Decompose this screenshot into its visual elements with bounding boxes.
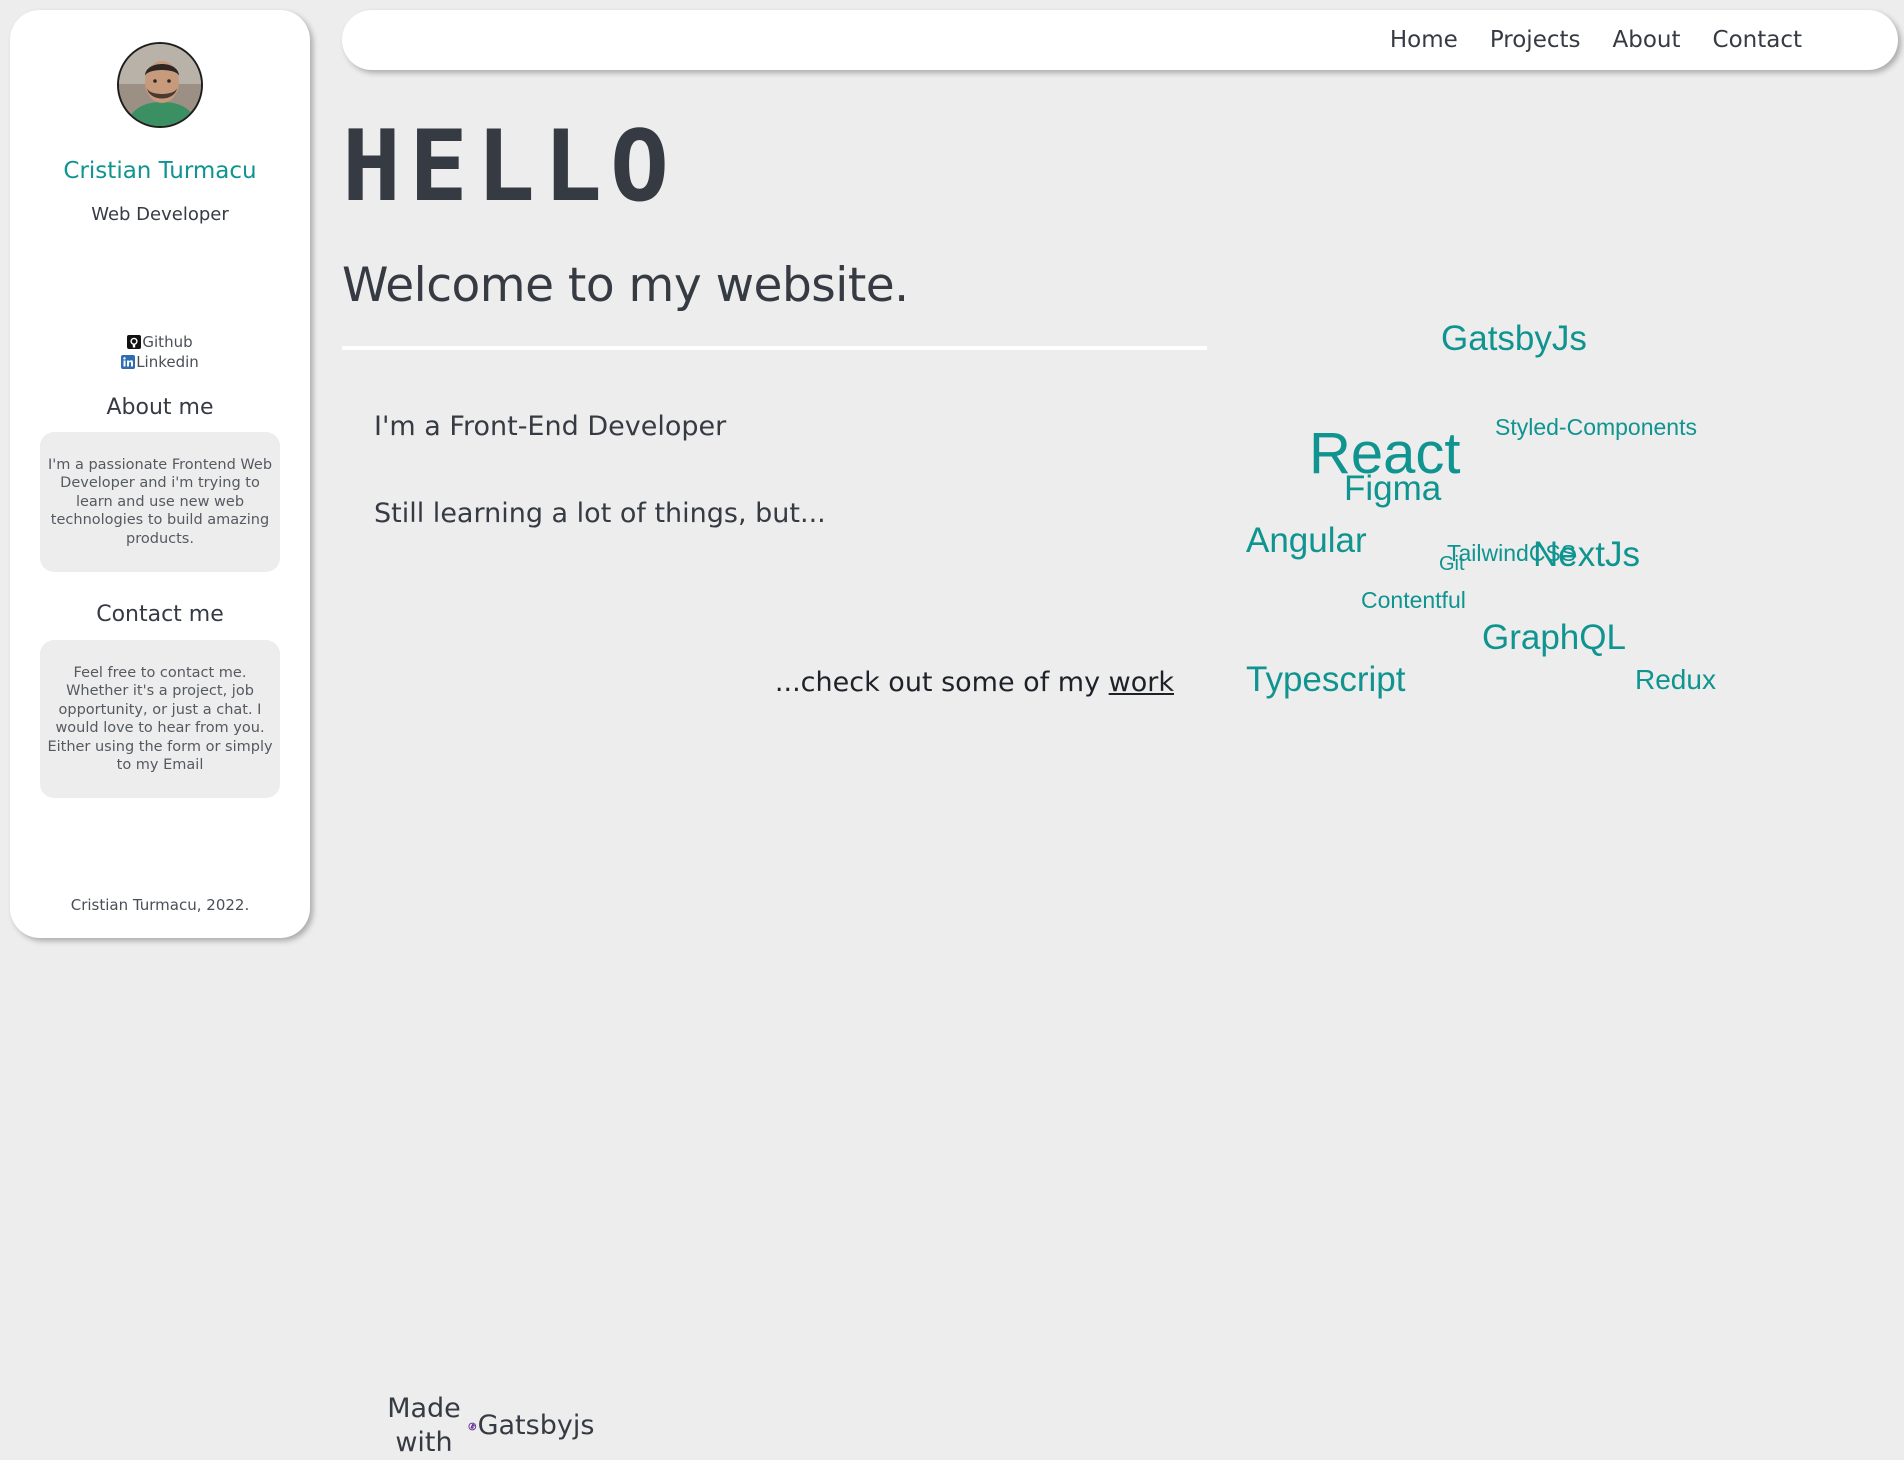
github-link[interactable]: Github	[10, 332, 310, 352]
profile-name: Cristian Turmacu	[63, 158, 257, 184]
sidebar-footer: Cristian Turmacu, 2022. Made with Gatsby…	[10, 895, 595, 1458]
contact-title: Contact me	[96, 602, 224, 627]
checkout-work: ...check out some of my work	[775, 666, 1174, 700]
skill-angular: Angular	[1246, 521, 1367, 560]
checkout-prefix: ...check out some of my	[774, 667, 1109, 698]
about-title: About me	[106, 395, 214, 420]
footer-framework[interactable]: Gatsbyjs	[478, 1409, 595, 1443]
github-icon	[127, 335, 142, 349]
footer-made-with: Made with Gatsbyjs	[384, 1392, 594, 1460]
divider	[342, 346, 1207, 350]
hello-heading: HELLO	[342, 110, 678, 224]
contact-text: Feel free to contact me. Whether it's a …	[47, 664, 273, 774]
nav-about[interactable]: About	[1613, 27, 1681, 53]
about-card: I'm a passionate Frontend Web Developer …	[40, 432, 280, 572]
nav-contact[interactable]: Contact	[1713, 27, 1802, 53]
skill-gatsbyjs: GatsbyJs	[1441, 319, 1587, 358]
nav-home[interactable]: Home	[1390, 27, 1458, 53]
sidebar: Cristian Turmacu Web Developer Github Li…	[10, 10, 595, 1458]
nav-links: Home Projects About Contact	[1390, 10, 1802, 70]
skill-contentful: Contentful	[1361, 587, 1466, 613]
intro-line-learning: Still learning a lot of things, but...	[374, 498, 826, 529]
linkedin-icon	[121, 355, 136, 369]
skill-git: Git	[1439, 553, 1465, 575]
avatar	[117, 42, 203, 128]
top-navbar: Home Projects About Contact	[342, 10, 1898, 70]
profile-role: Web Developer	[91, 204, 229, 225]
work-link[interactable]: work	[1109, 667, 1174, 698]
gatsby-icon	[468, 1422, 477, 1430]
skill-graphql: GraphQL	[1482, 618, 1626, 657]
skill-typescript: Typescript	[1246, 660, 1406, 699]
skill-figma: Figma	[1344, 469, 1442, 508]
linkedin-label[interactable]: Linkedin	[136, 352, 199, 372]
linkedin-link[interactable]: Linkedin	[10, 352, 310, 372]
nav-projects[interactable]: Projects	[1490, 27, 1581, 53]
skill-styled-components: Styled-Components	[1495, 414, 1697, 440]
github-label[interactable]: Github	[142, 332, 192, 352]
footer-copyright: Cristian Turmacu, 2022.	[70, 896, 250, 914]
footer-made-with-label: Made with	[387, 1393, 461, 1458]
skill-nextjs: NextJs	[1533, 535, 1640, 574]
intro-line-developer: I'm a Front-End Developer	[374, 411, 727, 442]
skill-redux: Redux	[1635, 664, 1716, 695]
about-text: I'm a passionate Frontend Web Developer …	[47, 456, 273, 547]
welcome-heading: Welcome to my website.	[342, 258, 909, 313]
contact-card: Feel free to contact me. Whether it's a …	[40, 640, 280, 798]
